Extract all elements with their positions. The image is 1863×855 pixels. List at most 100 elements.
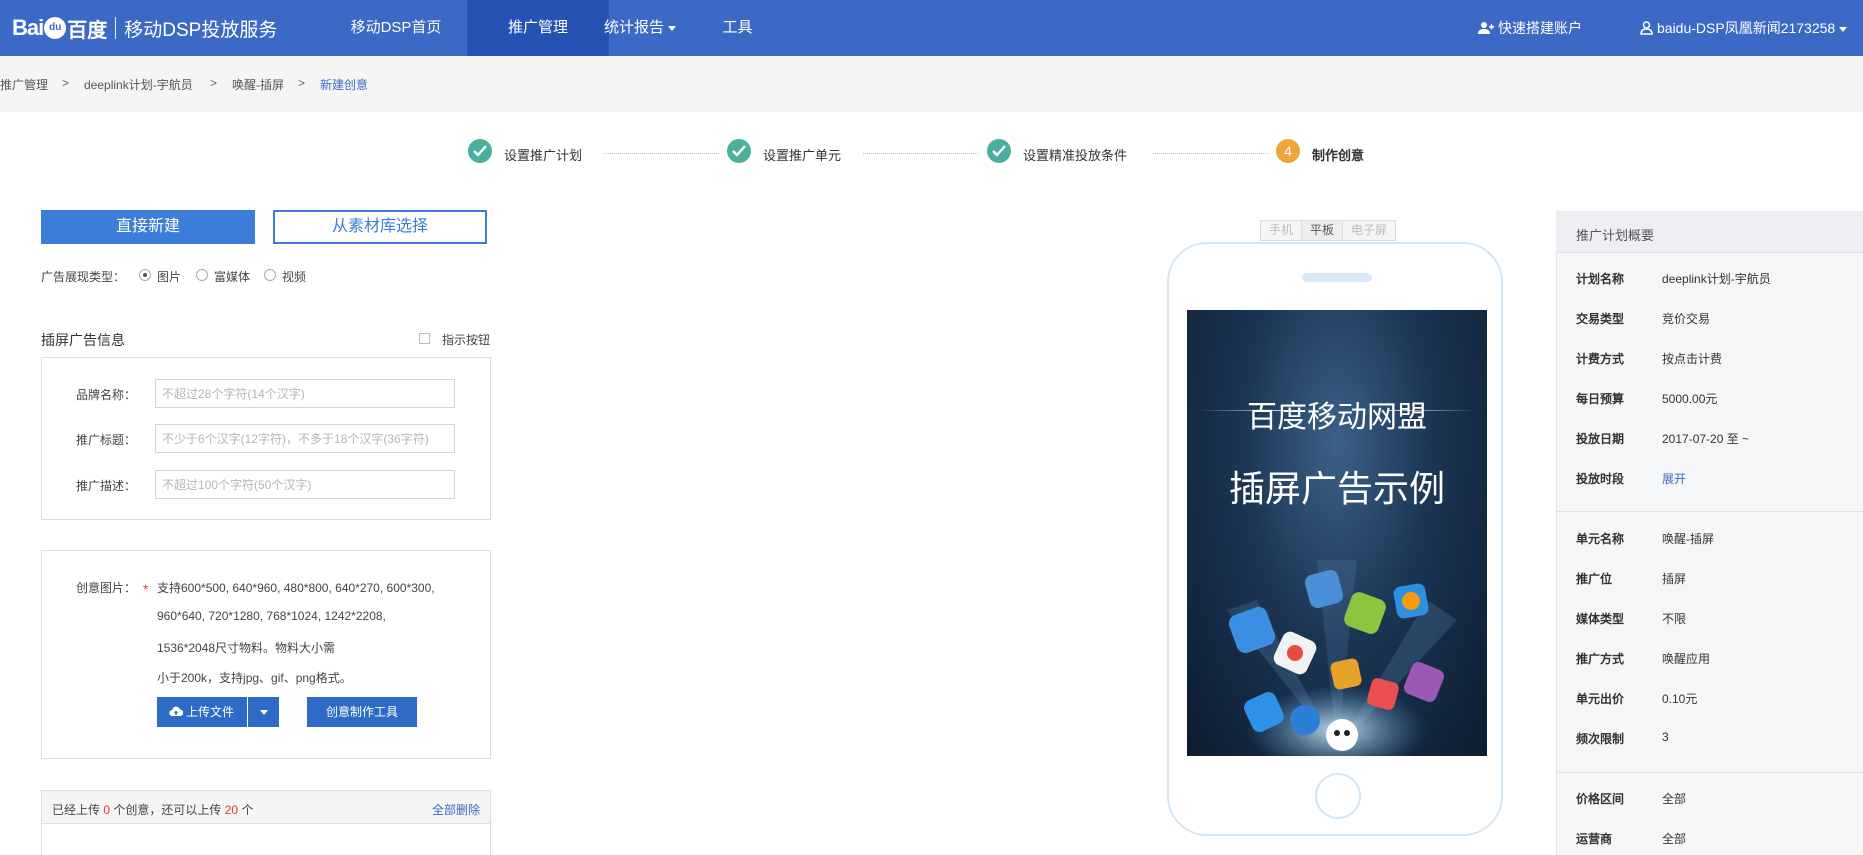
summary-value: 全部 [1662, 832, 1687, 846]
promo-desc-input[interactable] [155, 470, 455, 499]
promo-title-input[interactable] [155, 424, 455, 453]
summary-key: 投放日期 [1576, 432, 1625, 446]
nav-statistics-label: 统计报告 [603, 19, 664, 36]
summary-key: 单元出价 [1576, 692, 1625, 706]
step-label-unit: 设置推广单元 [763, 148, 842, 163]
breadcrumb-separator: > [298, 76, 306, 90]
summary-value: 0.10元 [1662, 692, 1698, 706]
summary-key: 媒体类型 [1576, 612, 1625, 626]
phone-home-button [1315, 773, 1361, 819]
logo-du: du [44, 17, 67, 39]
summary-value: deeplink计划-宇航员 [1662, 272, 1771, 286]
delete-all-link[interactable]: 全部删除 [432, 801, 480, 818]
material-library-button[interactable]: 从素材库选择 [273, 210, 487, 244]
nav-tools[interactable]: 工具 [705, 0, 770, 56]
nav-statistics-report[interactable]: 统计报告 [590, 0, 690, 56]
summary-header: 推广计划概要 [1556, 211, 1863, 253]
ad-type-radio-rich-media[interactable] [196, 269, 208, 281]
check-icon [468, 139, 492, 163]
breadcrumb-item-current: 新建创意 [320, 78, 369, 92]
summary-value: 2017-07-20 至 ~ [1662, 432, 1750, 446]
uploaded-list-area [41, 824, 491, 855]
user-menu[interactable]: baidu-DSP凤凰新闻2173258 [1640, 0, 1848, 56]
summary-value: 全部 [1662, 792, 1687, 806]
image-hint-line: 小于200k，支持jpg、gif、png格式。 [157, 671, 352, 685]
brand-name-label: 品牌名称： [76, 388, 137, 402]
summary-key: 运营商 [1576, 832, 1613, 846]
summary-key: 计费方式 [1576, 352, 1625, 366]
uploaded-prefix: 已经上传 [52, 803, 101, 817]
expand-schedule-link[interactable]: 展开 [1662, 470, 1686, 487]
indicator-checkbox[interactable] [419, 333, 430, 344]
check-icon [727, 139, 751, 163]
ad-type-radio-image[interactable] [139, 269, 151, 281]
creative-tool-button[interactable]: 创意制作工具 [307, 697, 417, 727]
check-icon [987, 139, 1011, 163]
required-mark: * [143, 581, 149, 597]
summary-key: 价格区间 [1576, 792, 1625, 806]
quick-account-button[interactable]: 快速搭建账户 [1478, 0, 1582, 56]
image-hint-line: 支持600*500, 640*960, 480*800, 640*270, 60… [157, 581, 435, 595]
direct-create-button[interactable]: 直接新建 [41, 210, 255, 244]
summary-key: 交易类型 [1576, 312, 1625, 326]
summary-key: 计划名称 [1576, 272, 1625, 286]
summary-value: 唤醒-插屏 [1662, 532, 1714, 546]
summary-key: 单元名称 [1576, 532, 1625, 546]
section-title-interstitial: 插屏广告信息 [41, 332, 125, 348]
quick-account-label: 快速搭建账户 [1498, 20, 1582, 36]
uploaded-mid: 个创意，还可以上传 [113, 803, 222, 817]
image-hint-line: 1536*2048尺寸物料。物料大小需 [157, 641, 336, 655]
upload-dropdown-toggle[interactable] [248, 697, 279, 727]
summary-divider [1556, 772, 1863, 773]
baidu-logo[interactable]: Bai du 百度 移动DSP投放服务 [12, 10, 277, 46]
tab-tablet[interactable]: 平板 [1302, 221, 1344, 240]
summary-value: 不限 [1662, 612, 1687, 626]
breadcrumb-item-promotion[interactable]: 推广管理 [0, 76, 48, 93]
breadcrumb-separator: > [62, 76, 70, 90]
remaining-count: 20 [224, 803, 239, 817]
uploaded-suffix: 个 [241, 803, 254, 817]
summary-value: 5000.00元 [1662, 392, 1718, 406]
ad-type-label: 广告展现类型： [41, 270, 126, 284]
summary-key: 频次限制 [1576, 732, 1625, 746]
logo-bai: Bai [12, 15, 44, 40]
indicator-label: 指示按钮 [442, 333, 491, 347]
step-connector [604, 153, 719, 154]
breadcrumb: 推广管理 > deeplink计划-宇航员 > 唤醒-插屏 > 新建创意 [0, 56, 1863, 112]
ad-type-option-rich-media: 富媒体 [214, 270, 251, 284]
app-icons-illustration [1227, 560, 1457, 756]
image-hint-line: 960*640, 720*1280, 768*1024, 1242*2208, [157, 609, 386, 623]
phone-speaker [1302, 273, 1372, 282]
uploaded-status-bar: 已经上传 0 个创意，还可以上传 20 个 全部删除 [41, 790, 491, 824]
upload-file-button[interactable]: 上传文件 [157, 697, 247, 727]
add-user-icon [1478, 22, 1494, 34]
tab-phone[interactable]: 手机 [1261, 221, 1303, 240]
promo-title-label: 推广标题： [76, 433, 137, 447]
chevron-down-icon [1839, 26, 1848, 32]
summary-key: 每日预算 [1576, 392, 1625, 406]
summary-value: 3 [1662, 730, 1669, 744]
device-tabs: 手机 平板 电子屏 [1260, 220, 1397, 241]
breadcrumb-item-unit[interactable]: 唤醒-插屏 [232, 76, 284, 93]
ad-type-option-video: 视频 [282, 270, 307, 284]
summary-title: 推广计划概要 [1576, 228, 1655, 243]
summary-value: 竞价交易 [1662, 312, 1711, 326]
brand-name-input[interactable] [155, 379, 455, 408]
tab-screen[interactable]: 电子屏 [1343, 221, 1395, 240]
cloud-upload-icon [169, 706, 184, 717]
breadcrumb-separator: > [210, 76, 218, 90]
breadcrumb-item-plan[interactable]: deeplink计划-宇航员 [84, 76, 193, 93]
logo-baidu-cn: 百度 [67, 19, 108, 42]
step-number-badge: 4 [1276, 139, 1300, 163]
ad-type-radio-video[interactable] [264, 269, 276, 281]
summary-key: 推广方式 [1576, 652, 1625, 666]
step-label-plan: 设置推广计划 [504, 148, 583, 163]
uploaded-count: 0 [103, 803, 111, 817]
step-label-creative: 制作创意 [1312, 148, 1365, 163]
chevron-down-icon [259, 710, 268, 716]
nav-home[interactable]: 移动DSP首页 [325, 0, 467, 56]
summary-value: 唤醒应用 [1662, 652, 1711, 666]
step-label-targeting: 设置精准投放条件 [1023, 148, 1128, 163]
creative-image-label: 创意图片： [76, 581, 137, 595]
nav-promotion-management[interactable]: 推广管理 [467, 0, 609, 56]
